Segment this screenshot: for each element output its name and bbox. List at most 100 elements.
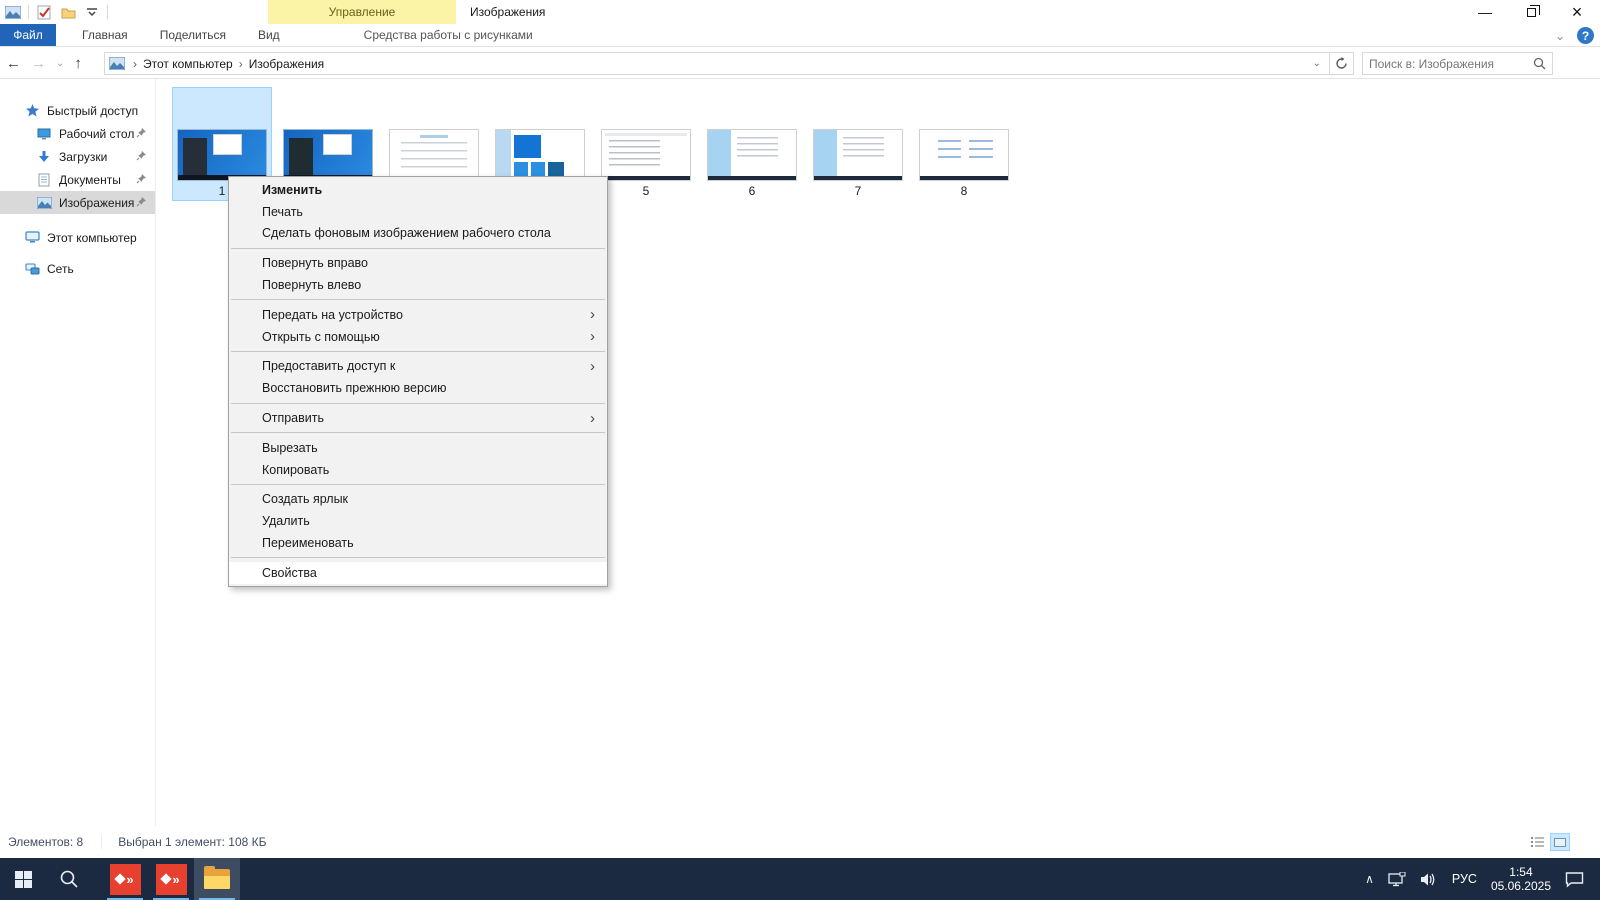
context-ribbon-header: Управление xyxy=(268,0,456,24)
taskbar-app-red-1[interactable]: » xyxy=(102,858,148,900)
pin-icon xyxy=(136,173,147,187)
submenu-arrow-icon: › xyxy=(590,411,595,426)
tab-file[interactable]: Файл xyxy=(0,24,56,46)
breadcrumb-separator: › xyxy=(237,57,245,71)
search-box[interactable] xyxy=(1362,52,1553,75)
thumbnails-view-icon xyxy=(1554,838,1566,847)
windows-logo-icon xyxy=(15,871,32,888)
help-icon[interactable]: ? xyxy=(1577,27,1594,44)
menu-item-set-as-wallpaper[interactable]: Сделать фоновым изображением рабочего ст… xyxy=(229,223,607,245)
tab-picture-tools[interactable]: Средства работы с рисунками xyxy=(348,24,549,46)
sidebar-item-this-pc[interactable]: Этот компьютер xyxy=(0,226,155,249)
pin-icon xyxy=(136,196,147,210)
menu-item-delete[interactable]: Удалить xyxy=(229,510,607,532)
file-item-label: 5 xyxy=(643,183,650,199)
menu-item-cut[interactable]: Вырезать xyxy=(229,437,607,459)
sidebar-item-label: Сеть xyxy=(47,262,74,276)
menu-item-restore-previous-versions[interactable]: Восстановить прежнюю версию xyxy=(229,377,607,399)
action-center-icon[interactable] xyxy=(1565,871,1584,888)
file-item-8[interactable]: 8 xyxy=(915,88,1013,200)
menu-item-rename[interactable]: Переименовать xyxy=(229,532,607,554)
volume-icon[interactable] xyxy=(1420,872,1438,887)
menu-item-rotate-right[interactable]: Повернуть вправо xyxy=(229,252,607,274)
thumbnail-image xyxy=(813,129,903,181)
details-view-button[interactable] xyxy=(1530,834,1546,850)
breadcrumb-this-pc[interactable]: Этот компьютер xyxy=(139,57,237,71)
sidebar-item-documents[interactable]: Документы xyxy=(0,168,155,191)
menu-item-print[interactable]: Печать xyxy=(229,201,607,223)
thumbnails-view-button[interactable] xyxy=(1550,833,1570,851)
menu-item-cast-to-device[interactable]: Передать на устройство› xyxy=(229,304,607,326)
sidebar-item-quick-access[interactable]: Быстрый доступ xyxy=(0,99,155,122)
menu-item-open-with[interactable]: Открыть с помощью› xyxy=(229,326,607,348)
search-input[interactable] xyxy=(1363,57,1533,71)
close-icon: × xyxy=(1572,2,1583,23)
breadcrumb-pictures[interactable]: Изображения xyxy=(245,57,328,71)
address-dropdown-chevron-icon[interactable]: ⌄ xyxy=(1305,58,1329,69)
taskbar-app-red-2[interactable]: » xyxy=(148,858,194,900)
quick-access-toolbar xyxy=(4,2,108,22)
clock[interactable]: 1:54 05.06.2025 xyxy=(1491,865,1551,893)
context-menu: Изменить Печать Сделать фоновым изображе… xyxy=(228,176,608,587)
refresh-button[interactable] xyxy=(1329,53,1353,74)
sidebar-item-label: Этот компьютер xyxy=(47,231,137,245)
new-folder-quick-icon[interactable] xyxy=(59,4,77,20)
start-button[interactable] xyxy=(0,858,46,900)
menu-separator xyxy=(231,557,605,558)
network-icon[interactable] xyxy=(1388,872,1406,887)
pin-icon xyxy=(136,127,147,141)
menu-item-give-access[interactable]: Предоставить доступ к› xyxy=(229,356,607,378)
title-bar: Управление Изображения — × xyxy=(0,0,1600,24)
red-app-icon: » xyxy=(156,864,187,895)
address-bar[interactable]: › Этот компьютер › Изображения ⌄ xyxy=(104,52,1354,75)
sidebar-item-label: Быстрый доступ xyxy=(47,104,138,118)
back-button[interactable]: ← xyxy=(6,55,21,72)
file-item-5[interactable]: 5 xyxy=(597,88,695,200)
up-button[interactable]: ↑ xyxy=(74,55,82,72)
language-indicator[interactable]: РУС xyxy=(1452,872,1477,886)
tab-view[interactable]: Вид xyxy=(242,24,296,46)
collapse-ribbon-chevron-icon[interactable]: ⌄ xyxy=(1555,29,1565,43)
restore-button[interactable] xyxy=(1508,0,1554,24)
menu-separator xyxy=(231,299,605,300)
menu-item-edit[interactable]: Изменить xyxy=(229,179,607,201)
quick-access-star-icon xyxy=(24,104,40,117)
menu-item-copy[interactable]: Копировать xyxy=(229,459,607,481)
breadcrumb-separator: › xyxy=(131,57,139,71)
file-item-7[interactable]: 7 xyxy=(809,88,907,200)
divider xyxy=(107,5,108,19)
tab-home[interactable]: Главная xyxy=(66,24,144,46)
submenu-arrow-icon: › xyxy=(590,307,595,322)
sidebar-item-desktop[interactable]: Рабочий стол xyxy=(0,122,155,145)
menu-item-rotate-left[interactable]: Повернуть влево xyxy=(229,274,607,296)
forward-button[interactable]: → xyxy=(31,55,46,72)
recent-locations-chevron-icon[interactable]: ⌄ xyxy=(56,58,64,69)
customize-qat-chevron-icon[interactable] xyxy=(83,4,101,20)
network-icon xyxy=(24,263,40,275)
file-explorer-icon xyxy=(204,869,230,889)
close-button[interactable]: × xyxy=(1554,0,1600,24)
thumbnail-image xyxy=(177,129,267,181)
menu-separator xyxy=(231,403,605,404)
time: 1:54 xyxy=(1491,865,1551,879)
sidebar-item-pictures[interactable]: Изображения xyxy=(0,191,155,214)
menu-item-send-to[interactable]: Отправить› xyxy=(229,407,607,429)
menu-item-create-shortcut[interactable]: Создать ярлык xyxy=(229,489,607,511)
tray-overflow-chevron-icon[interactable]: ∧ xyxy=(1365,872,1374,886)
file-item-6[interactable]: 6 xyxy=(703,88,801,200)
window-title: Изображения xyxy=(470,0,545,24)
menu-item-properties[interactable]: Свойства xyxy=(229,562,607,584)
tab-share[interactable]: Поделиться xyxy=(144,24,242,46)
file-item-label: 7 xyxy=(855,183,862,199)
sidebar-item-label: Документы xyxy=(59,173,121,187)
divider xyxy=(28,5,29,19)
minimize-button[interactable]: — xyxy=(1462,0,1508,24)
taskbar-search-button[interactable] xyxy=(46,858,92,900)
taskbar-file-explorer-button[interactable] xyxy=(194,858,240,900)
date: 05.06.2025 xyxy=(1491,879,1551,893)
sidebar-item-label: Изображения xyxy=(59,196,134,210)
sidebar-item-network[interactable]: Сеть xyxy=(0,257,155,280)
sidebar-item-downloads[interactable]: Загрузки xyxy=(0,145,155,168)
properties-quick-icon[interactable] xyxy=(35,4,53,20)
download-arrow-icon xyxy=(36,150,52,163)
